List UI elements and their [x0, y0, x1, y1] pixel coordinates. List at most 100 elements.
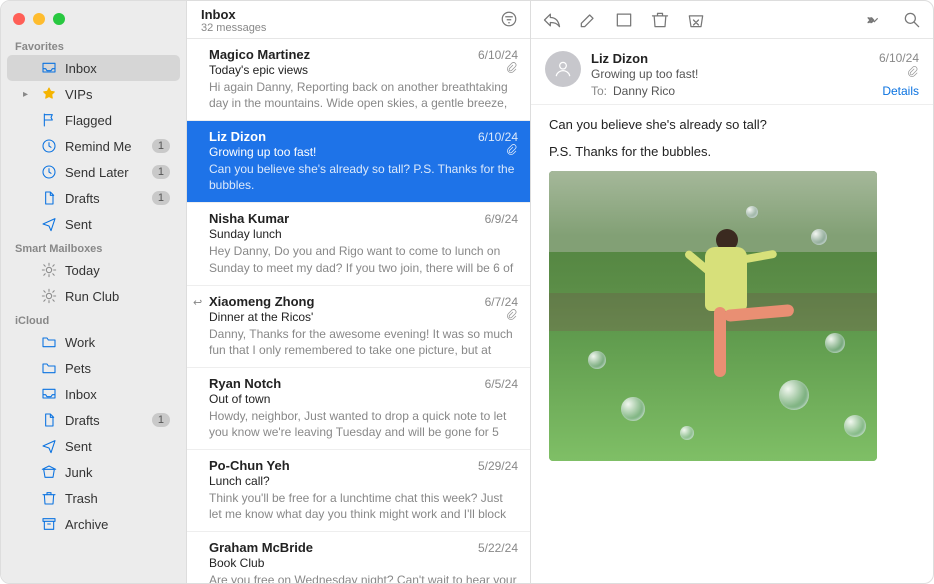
- mail-window: FavoritesInbox▸VIPsFlaggedRemind Me1Send…: [0, 0, 934, 584]
- message-attachment-image[interactable]: [549, 171, 877, 461]
- message-subject: Sunday lunch: [209, 227, 518, 241]
- sidebar-item-label: Drafts: [65, 413, 144, 428]
- compose-button[interactable]: [577, 9, 599, 31]
- more-button[interactable]: »: [865, 9, 887, 31]
- message-sender: Po-Chun Yeh: [209, 458, 472, 473]
- sidebar-item-trash[interactable]: Trash: [7, 485, 180, 511]
- message-subject: Book Club: [209, 556, 518, 570]
- sidebar-item-count: 1: [152, 413, 170, 427]
- sidebar-item-label: Send Later: [65, 165, 144, 180]
- sidebar-item-drafts[interactable]: Drafts 1: [7, 185, 180, 211]
- trash-icon: [41, 490, 57, 506]
- sidebar-item-label: Today: [65, 263, 170, 278]
- message-date: 5/22/24: [478, 541, 518, 555]
- to-recipient: Danny Rico: [613, 84, 675, 98]
- message-row[interactable]: Graham McBride 5/22/24Book Club Are you fr…: [187, 532, 530, 583]
- sidebar-item-pets[interactable]: Pets: [7, 355, 180, 381]
- star-icon: [41, 86, 57, 102]
- message-list[interactable]: Magico Martinez6/10/24Today's epic views…: [187, 39, 530, 583]
- folder-icon: [41, 360, 57, 376]
- zoom-window-button[interactable]: [53, 13, 65, 25]
- sidebar-item-sent[interactable]: Sent: [7, 211, 180, 237]
- doc-icon: [41, 412, 57, 428]
- window-controls: [1, 9, 186, 35]
- message-row[interactable]: ↩Xiaomeng Zhong6/7/24Dinner at the Ricos…: [187, 286, 530, 368]
- search-button[interactable]: [901, 9, 923, 31]
- message-sender: Xiaomeng Zhong: [209, 294, 479, 309]
- message-sender: Ryan Notch: [209, 376, 479, 391]
- sidebar-item-vips[interactable]: ▸ VIPs: [7, 81, 180, 107]
- sidebar-item-ic-sent[interactable]: Sent: [7, 433, 180, 459]
- message-preview: Danny, Thanks for the awesome evening! I…: [209, 326, 518, 357]
- archive-icon: [41, 516, 57, 532]
- sidebar-item-label: Inbox: [65, 61, 170, 76]
- sidebar-section-label: Smart Mailboxes: [1, 237, 186, 257]
- flag-icon: [41, 112, 57, 128]
- sidebar-item-label: Junk: [65, 465, 170, 480]
- sidebar-item-label: Flagged: [65, 113, 170, 128]
- delete-button[interactable]: [649, 9, 671, 31]
- message-preview: Howdy, neighbor, Just wanted to drop a q…: [209, 408, 518, 439]
- plane-icon: [41, 438, 57, 454]
- sidebar-section-label: Favorites: [1, 35, 186, 55]
- junk-button[interactable]: [685, 9, 707, 31]
- sidebar-item-inbox[interactable]: Inbox: [7, 55, 180, 81]
- message-list-pane: Inbox 32 messages Magico Martinez 6/10/24…: [187, 1, 531, 583]
- sidebar-item-label: VIPs: [65, 87, 170, 102]
- message-date: 5/29/24: [478, 459, 518, 473]
- sidebar-item-junk[interactable]: Junk: [7, 459, 180, 485]
- message-row[interactable]: Po-Chun Yeh5/29/24Lunch call?Think you'l…: [187, 450, 530, 532]
- gear-icon: [41, 288, 57, 304]
- message-subject: Out of town: [209, 392, 518, 406]
- sidebar-item-remind-me[interactable]: Remind Me1: [7, 133, 180, 159]
- message-header: Liz Dizon 6/10/24 Growing up too fast! T…: [531, 39, 933, 105]
- message-preview: Hi again Danny, Reporting back on anothe…: [209, 79, 518, 110]
- message-sender: Magico Martinez: [209, 47, 472, 62]
- sidebar-item-ic-inbox[interactable]: Inbox: [7, 381, 180, 407]
- message-preview: Are you free on Wednesday night? Can't w…: [209, 572, 518, 583]
- minimize-window-button[interactable]: [33, 13, 45, 25]
- sidebar-item-count: 1: [152, 191, 170, 205]
- message-subject: Lunch call?: [209, 474, 518, 488]
- to-label: To:: [591, 84, 607, 98]
- sidebar-item-count: 1: [152, 165, 170, 179]
- sidebar-item-run-club[interactable]: Run Club: [7, 283, 180, 309]
- message-row[interactable]: Liz Dizon6/10/24Growing up too fast!Can …: [187, 121, 530, 203]
- mailbox-count: 32 messages: [201, 22, 500, 34]
- sidebar-item-ic-drafts[interactable]: Drafts 1: [7, 407, 180, 433]
- svg-text:»: »: [868, 13, 875, 26]
- message-sender: Graham McBride: [209, 540, 472, 555]
- sidebar-item-work[interactable]: Work: [7, 329, 180, 355]
- filter-button[interactable]: [500, 10, 518, 31]
- message-row[interactable]: Nisha Kumar6/9/24Sunday lunchHey Danny, …: [187, 203, 530, 285]
- sidebar-item-label: Sent: [65, 217, 170, 232]
- reply-button[interactable]: [541, 9, 563, 31]
- sidebar-item-label: Drafts: [65, 191, 144, 206]
- sidebar-item-flagged[interactable]: Flagged: [7, 107, 180, 133]
- message-preview: Can you believe she's already so tall? P…: [209, 161, 518, 192]
- attachment-icon: [506, 62, 518, 77]
- sidebar-item-today[interactable]: Today: [7, 257, 180, 283]
- gear-icon: [41, 262, 57, 278]
- message-preview: Hey Danny, Do you and Rigo want to come …: [209, 243, 518, 274]
- tray-icon: [41, 60, 57, 76]
- message-subject: Growing up too fast!: [209, 145, 500, 159]
- close-window-button[interactable]: [13, 13, 25, 25]
- message-date: 6/10/24: [478, 48, 518, 62]
- message-row[interactable]: Magico Martinez6/10/24Today's epic views…: [187, 39, 530, 121]
- sidebar-item-label: Sent: [65, 439, 170, 454]
- chevron-right-icon: ▸: [23, 89, 33, 100]
- message-sender: Nisha Kumar: [209, 211, 479, 226]
- message-date: 6/10/24: [478, 130, 518, 144]
- message-date: 6/5/24: [485, 377, 518, 391]
- message-row[interactable]: Ryan Notch 6/5/24Out of town Howdy, neighb…: [187, 368, 530, 450]
- attachment-icon: [506, 144, 518, 159]
- sidebar-item-send-later[interactable]: Send Later 1: [7, 159, 180, 185]
- mailbox-title: Inbox: [201, 7, 500, 22]
- sidebar-item-archive[interactable]: Archive: [7, 511, 180, 537]
- attachment-icon: [907, 66, 919, 81]
- archive-button[interactable]: [613, 9, 635, 31]
- message-date: 6/7/24: [485, 295, 518, 309]
- sidebar-item-label: Work: [65, 335, 170, 350]
- details-link[interactable]: Details: [882, 84, 919, 98]
